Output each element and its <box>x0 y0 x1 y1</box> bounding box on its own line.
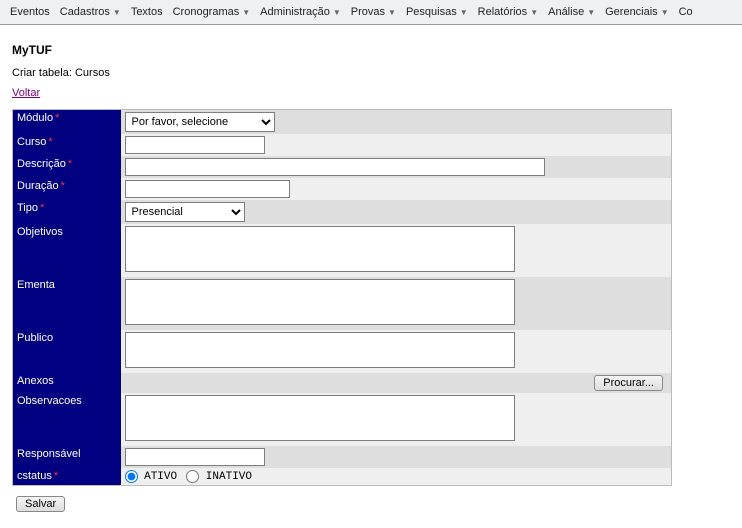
page-subtitle: Criar tabela: Cursos <box>12 67 730 79</box>
cstatus-ativo-radio[interactable] <box>125 470 138 483</box>
objetivos-textarea[interactable] <box>125 226 515 272</box>
menu-eventos[interactable]: Eventos <box>6 4 54 20</box>
label-modulo: Módulo* <box>13 110 121 135</box>
observacoes-textarea[interactable] <box>125 395 515 441</box>
menu-label: Gerenciais <box>605 6 658 18</box>
label-observacoes: Observacoes <box>13 393 121 446</box>
cstatus-inativo-radio[interactable] <box>186 470 199 483</box>
menu-label: Provas <box>351 6 385 18</box>
form-table: Módulo* Por favor, selecione Curso* Desc… <box>12 109 672 486</box>
label-anexos: Anexos <box>13 373 121 393</box>
menu-label: Textos <box>131 6 163 18</box>
browse-button[interactable]: Procurar... <box>594 375 663 391</box>
ementa-textarea[interactable] <box>125 279 515 325</box>
menu-provas[interactable]: Provas▼ <box>347 4 400 20</box>
chevron-down-icon: ▼ <box>333 8 341 17</box>
chevron-down-icon: ▼ <box>113 8 121 17</box>
app-title: MyTUF <box>12 43 730 57</box>
responsavel-input[interactable] <box>125 448 265 466</box>
menu-textos[interactable]: Textos <box>127 4 167 20</box>
save-button[interactable]: Salvar <box>16 496 65 512</box>
chevron-down-icon: ▼ <box>388 8 396 17</box>
chevron-down-icon: ▼ <box>242 8 250 17</box>
label-descricao: Descrição* <box>13 156 121 178</box>
menu-label: Co <box>679 6 693 18</box>
menu-analise[interactable]: Análise▼ <box>544 4 599 20</box>
curso-input[interactable] <box>125 136 265 154</box>
menu-co[interactable]: Co <box>675 4 697 20</box>
menu-label: Eventos <box>10 6 50 18</box>
top-menubar: Eventos Cadastros▼ Textos Cronogramas▼ A… <box>0 0 742 25</box>
tipo-select[interactable]: Presencial <box>125 202 245 222</box>
label-curso: Curso* <box>13 134 121 156</box>
cstatus-ativo-label[interactable]: ATIVO <box>125 471 178 483</box>
menu-administracao[interactable]: Administração▼ <box>256 4 345 20</box>
menu-label: Pesquisas <box>406 6 457 18</box>
back-link[interactable]: Voltar <box>12 87 40 99</box>
label-ementa: Ementa <box>13 277 121 330</box>
menu-cadastros[interactable]: Cadastros▼ <box>56 4 125 20</box>
menu-pesquisas[interactable]: Pesquisas▼ <box>402 4 472 20</box>
label-responsavel: Responsável <box>13 446 121 468</box>
label-cstatus: cstatus* <box>13 468 121 486</box>
duracao-input[interactable] <box>125 180 290 198</box>
descricao-input[interactable] <box>125 158 545 176</box>
label-tipo: Tipo* <box>13 200 121 224</box>
chevron-down-icon: ▼ <box>530 8 538 17</box>
menu-label: Análise <box>548 6 584 18</box>
publico-textarea[interactable] <box>125 332 515 368</box>
label-duracao: Duração* <box>13 178 121 200</box>
chevron-down-icon: ▼ <box>460 8 468 17</box>
chevron-down-icon: ▼ <box>661 8 669 17</box>
menu-label: Cronogramas <box>173 6 240 18</box>
modulo-select[interactable]: Por favor, selecione <box>125 112 275 132</box>
label-objetivos: Objetivos <box>13 224 121 277</box>
menu-relatorios[interactable]: Relatórios▼ <box>474 4 542 20</box>
menu-label: Cadastros <box>60 6 110 18</box>
menu-label: Relatórios <box>478 6 528 18</box>
cstatus-inativo-label[interactable]: INATIVO <box>186 471 252 483</box>
menu-cronogramas[interactable]: Cronogramas▼ <box>169 4 255 20</box>
menu-label: Administração <box>260 6 330 18</box>
chevron-down-icon: ▼ <box>587 8 595 17</box>
menu-gerenciais[interactable]: Gerenciais▼ <box>601 4 673 20</box>
label-publico: Publico <box>13 330 121 373</box>
